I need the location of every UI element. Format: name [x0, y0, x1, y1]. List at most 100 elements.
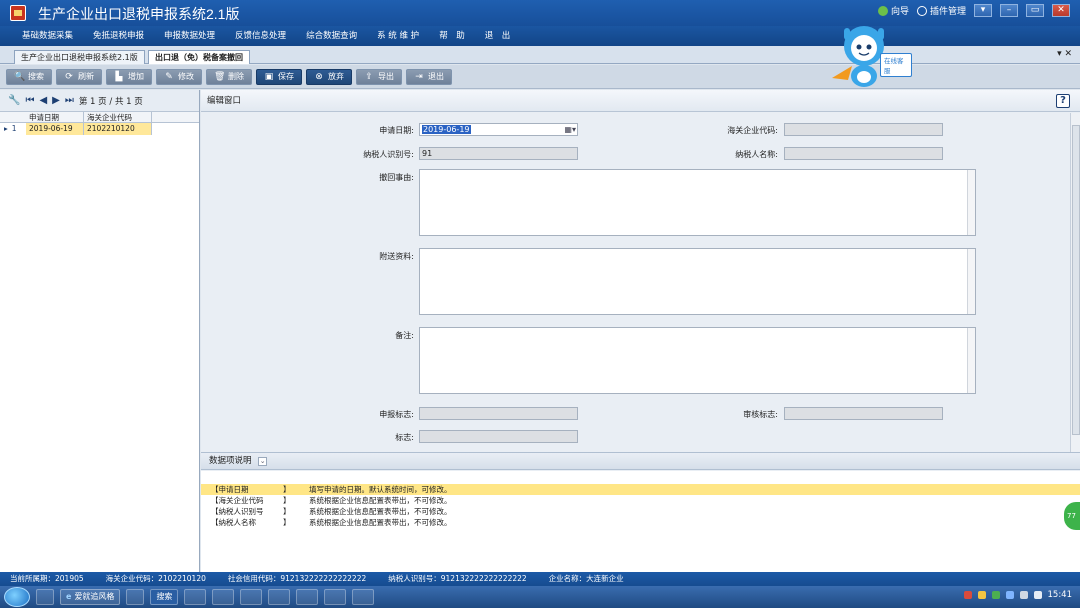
minimize-button[interactable]: –: [1000, 4, 1018, 17]
next-page-icon[interactable]: ▶: [52, 95, 60, 106]
menu-query[interactable]: 综合数据查询: [296, 26, 367, 46]
help-icon[interactable]: ?: [1056, 94, 1070, 108]
plugin-manager-link[interactable]: 插件管理: [916, 4, 966, 17]
save-button[interactable]: ▣ 保存: [256, 68, 302, 85]
cell-code: 2102210120: [84, 123, 152, 135]
declare-flag-input[interactable]: [419, 407, 578, 420]
customs-code-input[interactable]: [784, 123, 943, 136]
taskbar-chat-icon[interactable]: [268, 589, 291, 605]
tab-main-system[interactable]: 生产企业出口退税申报系统2.1版: [14, 50, 145, 64]
apply-date-input[interactable]: 2019-06-19 ▦▾: [419, 123, 578, 136]
system-tray: 15:41: [963, 590, 1073, 600]
record-list-panel: 🔧 ⏮ ◀ ▶ ⏭ 第 1 页 / 共 1 页 申请日期 海关企业代码 ▸ 1 2…: [0, 90, 200, 572]
tab-menu-icon[interactable]: ▾ ✕: [1057, 49, 1072, 59]
wrench-icon[interactable]: 🔧: [8, 95, 20, 106]
menu-exemption-declare[interactable]: 免抵退税申报: [83, 26, 154, 46]
menu-system[interactable]: 系 统 维 护: [367, 26, 429, 46]
menu-declare-data[interactable]: 申报数据处理: [154, 26, 225, 46]
row-pointer-icon: ▸: [4, 124, 8, 133]
field-notes: 【申请日期】填写申请的日期。默认系统时间，可修改。 【海关企业代码】系统根据企业…: [201, 471, 1080, 572]
maximize-button[interactable]: ▭: [1026, 4, 1044, 17]
column-header-date[interactable]: 申请日期: [26, 112, 84, 122]
close-button[interactable]: ✕: [1052, 4, 1070, 17]
tray-icon[interactable]: [991, 591, 1000, 599]
taskbar-tax-app-icon[interactable]: [324, 589, 347, 605]
taskbar-browser[interactable]: e 爱就追风格: [60, 589, 121, 605]
note-row: 【纳税人名称】系统根据企业信息配置表带出，不可修改。: [211, 518, 452, 527]
attachment-textarea[interactable]: [419, 248, 976, 315]
grid-header: 申请日期 海关企业代码: [0, 112, 199, 123]
taxpayer-name-label: 纳税人名称:: [735, 150, 778, 159]
app-logo-icon: [10, 5, 26, 21]
add-button[interactable]: ▙ 增加: [106, 68, 152, 85]
online-service-badge[interactable]: 在线客服: [880, 53, 912, 77]
menu-help[interactable]: 帮 助: [429, 26, 475, 46]
calendar-dropdown-icon[interactable]: ▦▾: [564, 124, 576, 135]
status-period: 当前所属期：201905: [10, 574, 84, 583]
remark-textarea[interactable]: [419, 327, 976, 394]
keyboard-icon[interactable]: [963, 591, 972, 599]
delete-button[interactable]: 🗑 删除: [206, 68, 252, 85]
taskbar-media-icon[interactable]: [352, 589, 375, 605]
menu-basic-data[interactable]: 基础数据采集: [12, 26, 83, 46]
note-row: 【海关企业代码】系统根据企业信息配置表带出，不可修改。: [211, 496, 452, 505]
guide-link[interactable]: 向导: [877, 4, 909, 17]
taskbar-app-icon[interactable]: [126, 589, 145, 605]
declare-flag-label: 申报标志:: [379, 410, 414, 419]
dropdown-window-button[interactable]: ▾: [974, 4, 992, 17]
gear-icon: [916, 5, 927, 16]
vertical-scrollbar[interactable]: [1070, 113, 1080, 453]
last-page-icon[interactable]: ⏭: [65, 95, 74, 106]
edit-button[interactable]: ✎ 修改: [156, 68, 202, 85]
taskbar-word-icon[interactable]: [212, 589, 235, 605]
customs-code-label: 海关企业代码:: [727, 126, 778, 135]
discard-button[interactable]: ⊗ 放弃: [306, 68, 352, 85]
status-credit-code: 社会信用代码：912132222222222222: [227, 574, 367, 583]
menu-feedback[interactable]: 反馈信息处理: [225, 26, 296, 46]
note-row: 【纳税人识别号】系统根据企业信息配置表带出，不可修改。: [211, 507, 452, 516]
tray-icon[interactable]: [977, 591, 986, 599]
clock[interactable]: 15:41: [1048, 590, 1073, 600]
apply-date-label: 申请日期:: [379, 126, 414, 135]
menu-exit[interactable]: 退 出: [475, 26, 521, 46]
taskbar-folder-icon[interactable]: [240, 589, 263, 605]
edit-panel: 编辑窗口 ? 申请日期: 2019-06-19 ▦▾ 海关企业代码: 纳税人识别…: [201, 90, 1080, 572]
network-icon[interactable]: [1019, 591, 1028, 599]
field-notes-header[interactable]: 数据项说明 ⌄: [201, 452, 1080, 470]
status-customs-code: 海关企业代码：2102210120: [105, 574, 206, 583]
taskbar-app-icon[interactable]: [36, 589, 54, 605]
search-button[interactable]: 🔍 搜索: [6, 68, 52, 85]
taxpayer-id-input[interactable]: 91: [419, 147, 578, 160]
add-icon: ▙: [115, 71, 123, 82]
review-flag-label: 审核标志:: [743, 410, 778, 419]
cell-date: 2019-06-19: [26, 123, 84, 135]
customer-service-mascot[interactable]: 在线客服: [830, 20, 912, 90]
start-button[interactable]: [4, 587, 30, 607]
exit-button[interactable]: ⇥ 退出: [406, 68, 452, 85]
collapse-icon[interactable]: ⌄: [258, 457, 268, 466]
refresh-button[interactable]: ⟳ 刷新: [56, 68, 102, 85]
flag-input[interactable]: [419, 430, 578, 443]
taskbar-excel-icon[interactable]: [296, 589, 319, 605]
table-row[interactable]: ▸ 1 2019-06-19 2102210120: [0, 123, 199, 135]
taxpayer-name-input[interactable]: [784, 147, 943, 160]
side-float-badge[interactable]: 77: [1064, 502, 1080, 530]
guide-icon: [877, 5, 888, 16]
withdraw-reason-label: 撤回事由:: [379, 173, 414, 182]
taxpayer-id-label: 纳税人识别号:: [363, 150, 414, 159]
taskbar-ie-icon[interactable]: [184, 589, 207, 605]
title-bar: 生产企业出口退税申报系统2.1版 向导 插件管理 ▾ – ▭ ✕: [0, 0, 1080, 26]
prev-page-icon[interactable]: ◀: [39, 95, 47, 106]
withdraw-reason-textarea[interactable]: [419, 169, 976, 236]
taskbar-search[interactable]: 搜索: [150, 589, 179, 605]
shield-icon[interactable]: [1005, 591, 1014, 599]
tab-record-withdraw[interactable]: 出口退（免）税备案撤回: [148, 50, 250, 64]
first-page-icon[interactable]: ⏮: [25, 95, 34, 106]
column-header-code[interactable]: 海关企业代码: [84, 112, 152, 122]
attachment-label: 附送资料:: [379, 252, 414, 261]
status-bar: 当前所属期：201905 海关企业代码：2102210120 社会信用代码：91…: [0, 572, 1080, 586]
export-button[interactable]: ⇪ 导出: [356, 68, 402, 85]
volume-icon[interactable]: [1033, 591, 1042, 599]
review-flag-input[interactable]: [784, 407, 943, 420]
status-taxpayer-id: 纳税人识别号：912132222222222222: [388, 574, 527, 583]
